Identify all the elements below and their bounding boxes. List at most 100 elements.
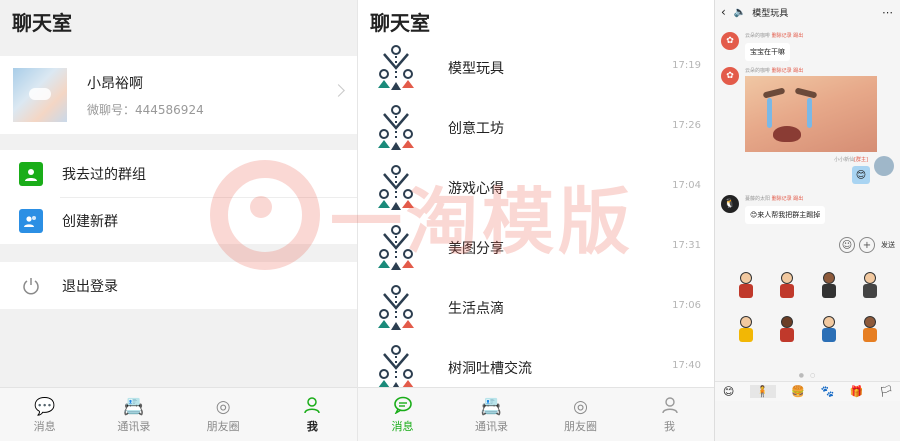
sticker[interactable] (850, 314, 892, 346)
emoji-tab[interactable]: 🏳 (879, 385, 893, 398)
message: ✿ 云朵的咖啡 删除记录 踢出 宝宝在干嘛 (721, 32, 803, 61)
group-icon (378, 165, 414, 210)
sticker[interactable] (767, 270, 809, 302)
message-actions[interactable]: 删除记录 踢出 (772, 196, 804, 202)
group-name: 游戏心得 (448, 181, 504, 197)
profile-card[interactable]: 小昂裕啊 微聊号：444586924 (0, 56, 357, 134)
tab-moments[interactable]: ◎ 朋友圈 (536, 388, 625, 441)
sticker[interactable] (850, 270, 892, 302)
profile-id: 微聊号：444586924 (87, 102, 204, 117)
group-history-icon (19, 161, 43, 186)
sticker[interactable] (808, 270, 850, 302)
me-screen: 聊天室 小昂裕啊 微聊号：444586924 我去过的群组 创建新群 退出登录 … (0, 0, 357, 441)
my-message: 小小新仙[群主] 😊 (834, 156, 894, 184)
group-time: 17:40 (672, 360, 701, 371)
emoji-bar: 😊 🧍 🍔 🐾 🎁 🏳 (715, 381, 900, 401)
emoji-tab[interactable]: 🧍 (749, 385, 776, 398)
menu-label: 我去过的群组 (62, 166, 146, 183)
tab-messages[interactable]: 消息 (358, 388, 447, 441)
group-time: 17:04 (672, 180, 701, 191)
sticker[interactable] (808, 314, 850, 346)
list-item[interactable]: 创意工坊 17:26 (358, 98, 714, 158)
logout-label: 退出登录 (62, 278, 118, 295)
chevron-right-icon (332, 84, 345, 97)
sticker-panel (715, 270, 900, 346)
group-icon (378, 225, 414, 270)
create-group-icon (19, 208, 43, 233)
chat-title: 模型玩具 (752, 8, 789, 19)
message-bubble: 宝宝在干嘛 (745, 43, 790, 61)
input-bar: ☺ + 发送 (715, 235, 900, 255)
menu-item-visited-groups[interactable]: 我去过的群组 (0, 150, 357, 197)
person-icon (303, 396, 321, 418)
group-time: 17:19 (672, 60, 701, 71)
emoji-tab[interactable]: 😊 (723, 385, 734, 398)
group-icon (378, 45, 414, 90)
message-actions[interactable]: 删除记录 踢出 (772, 68, 804, 74)
list-item[interactable]: 模型玩具 17:19 (358, 38, 714, 98)
sticker[interactable] (767, 314, 809, 346)
emoji-tab[interactable]: 🎁 (850, 385, 864, 398)
logout-menu: 退出登录 (0, 262, 357, 309)
avatar[interactable]: ✿ (721, 67, 739, 85)
tab-moments[interactable]: ◎ 朋友圈 (179, 388, 268, 441)
list-item[interactable]: 游戏心得 17:04 (358, 158, 714, 218)
contacts-icon: 📇 (480, 396, 503, 417)
emoji-icon[interactable]: ☺ (839, 237, 855, 253)
image-message[interactable] (745, 76, 877, 152)
power-icon (19, 274, 43, 298)
send-button[interactable]: 发送 (881, 240, 895, 250)
message: ✿ 云朵的咖啡 删除记录 踢出 (721, 67, 877, 152)
message: 🐧 蔓藤的太阳 删除记录 踢出 😊来人帮我把群主踢掉 (721, 195, 826, 224)
speaker-icon[interactable]: 🔈 (734, 7, 746, 18)
emoji-tab[interactable]: 🍔 (791, 385, 805, 398)
list-item[interactable]: 美图分享 17:31 (358, 218, 714, 278)
tab-bar: 💬 消息 📇 通讯录 ◎ 朋友圈 我 (0, 387, 357, 441)
message-actions[interactable]: 删除记录 踢出 (772, 33, 804, 39)
chat-screen: ‹ 🔈 模型玩具 ⋯ ✿ 云朵的咖啡 删除记录 踢出 宝宝在干嘛 ✿ 云朵的咖啡… (714, 0, 900, 441)
more-icon[interactable]: ⋯ (882, 6, 894, 19)
group-list: 模型玩具 17:19 创意工坊 17:26 游戏心得 17:04 美图分享 17:31 … (358, 38, 714, 398)
group-time: 17:26 (672, 120, 701, 131)
tab-me[interactable]: 我 (625, 388, 714, 441)
contacts-icon: 📇 (123, 396, 145, 417)
back-icon[interactable]: ‹ (721, 5, 726, 19)
tab-contacts[interactable]: 📇 通讯录 (447, 388, 536, 441)
message-bubble: 😊来人帮我把群主踢掉 (745, 206, 826, 224)
page-indicator: ● ○ (798, 372, 818, 379)
tab-messages[interactable]: 💬 消息 (0, 388, 89, 441)
app-root: 聊天室 小昂裕啊 微聊号：444586924 我去过的群组 创建新群 退出登录 … (0, 0, 900, 441)
page-title: 聊天室 (0, 0, 357, 42)
group-name: 模型玩具 (448, 61, 504, 77)
menu-item-create-group[interactable]: 创建新群 (0, 197, 357, 244)
group-menu: 我去过的群组 创建新群 (0, 150, 357, 244)
chat-bubble-icon (393, 396, 413, 418)
plus-icon[interactable]: + (859, 237, 875, 253)
group-list-screen: 聊天室 模型玩具 17:19 创意工坊 17:26 游戏心得 17:04 美图分享 17… (357, 0, 714, 441)
emoji-tab[interactable]: 🐾 (821, 385, 835, 398)
moments-icon: ◎ (573, 396, 588, 417)
avatar (13, 68, 67, 122)
group-name: 美图分享 (448, 241, 504, 257)
sticker[interactable] (725, 270, 767, 302)
person-icon (661, 396, 679, 418)
penguin-avatar-icon[interactable]: 🐧 (721, 195, 739, 213)
avatar[interactable] (874, 156, 894, 176)
group-icon (378, 105, 414, 150)
logout-button[interactable]: 退出登录 (0, 262, 357, 309)
group-name: 生活点滴 (448, 301, 504, 317)
tab-me[interactable]: 我 (268, 388, 357, 441)
menu-label: 创建新群 (62, 213, 118, 230)
avatar[interactable]: ✿ (721, 32, 739, 50)
list-item[interactable]: 生活点滴 17:06 (358, 278, 714, 338)
group-icon (378, 285, 414, 330)
profile-name: 小昂裕啊 (87, 75, 143, 92)
tab-contacts[interactable]: 📇 通讯录 (89, 388, 178, 441)
page-title: 聊天室 (358, 0, 714, 42)
moments-icon: ◎ (215, 396, 231, 417)
message-bubble: 😊 (852, 166, 870, 184)
chat-bubble-icon: 💬 (34, 396, 56, 417)
group-time: 17:31 (672, 240, 701, 251)
sticker[interactable] (725, 314, 767, 346)
group-time: 17:06 (672, 300, 701, 311)
